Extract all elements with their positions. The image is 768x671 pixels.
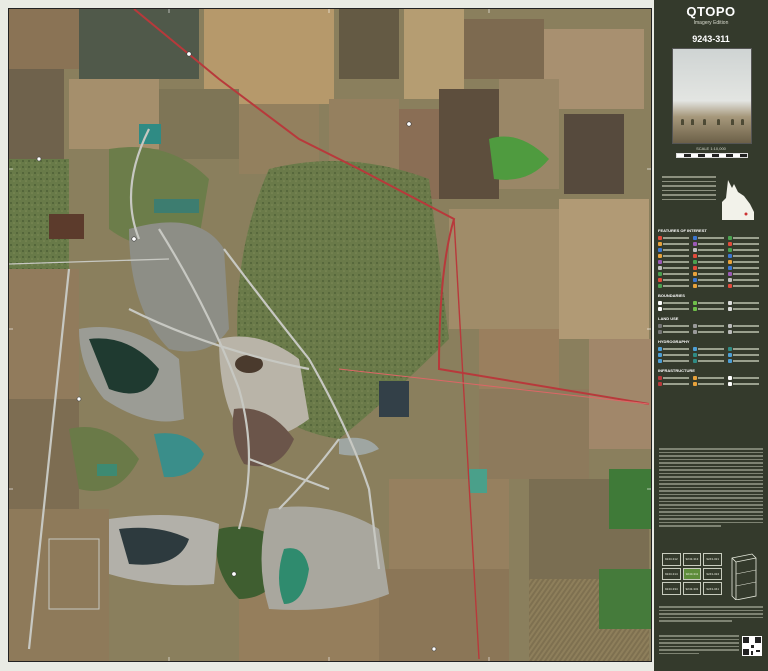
imagery-canvas bbox=[9, 9, 651, 661]
scale-bar bbox=[676, 153, 748, 158]
aerial-imagery-map[interactable] bbox=[8, 8, 652, 662]
legend-features bbox=[658, 235, 764, 289]
legend-infrastructure bbox=[658, 375, 764, 387]
copyright-text bbox=[659, 635, 739, 656]
index-sheet: 9243-341 bbox=[703, 582, 722, 595]
legend: FEATURES OF INTEREST BOUNDARIES LAND USE… bbox=[658, 228, 764, 387]
legend-land-use bbox=[658, 323, 764, 335]
legend-land-use-title: LAND USE bbox=[658, 316, 679, 321]
sheet-number: 9243-311 bbox=[692, 34, 730, 44]
legend-boundaries bbox=[658, 300, 764, 312]
queensland-outline-icon bbox=[722, 180, 754, 220]
index-sheet: 9243-321 bbox=[703, 553, 722, 566]
index-sheet: 9243-314 bbox=[662, 567, 681, 581]
disclaimer-text bbox=[659, 606, 763, 624]
index-sheet: 9243-331 bbox=[682, 582, 702, 595]
edition-label: Imagery Edition bbox=[693, 20, 729, 26]
sheet-block-icon bbox=[731, 553, 757, 600]
imagery-notes bbox=[659, 448, 763, 529]
qr-code-icon bbox=[742, 636, 762, 656]
map-marginalia: QTOPO Imagery Edition 9243-311 SCALE 1:1… bbox=[654, 0, 768, 671]
legend-features-title: FEATURES OF INTEREST bbox=[658, 228, 707, 233]
legend-boundaries-title: BOUNDARIES bbox=[658, 293, 685, 298]
index-sheet: 9243-334 bbox=[662, 582, 681, 595]
brand-title: QTOPO bbox=[686, 4, 736, 19]
legend-hydrography-title: HYDROGRAPHY bbox=[658, 339, 690, 344]
map-sheet: QTOPO Imagery Edition 9243-311 SCALE 1:1… bbox=[0, 0, 768, 671]
adjoining-sheets-index: 9243-312 9243-313 9243-321 9243-314 9243… bbox=[662, 553, 722, 595]
legend-infrastructure-title: INFRASTRUCTURE bbox=[658, 368, 695, 373]
index-sheet-current: 9243-311 bbox=[682, 567, 702, 581]
index-sheet: 9243-312 bbox=[662, 553, 681, 566]
index-sheet: 9243-313 bbox=[682, 553, 702, 566]
index-sheet: 9243-324 bbox=[703, 567, 722, 581]
scale-label: SCALE 1:10,000 bbox=[696, 146, 726, 151]
locator-notes bbox=[662, 176, 716, 216]
legend-hydrography bbox=[658, 346, 764, 364]
cover-photo bbox=[672, 48, 752, 144]
